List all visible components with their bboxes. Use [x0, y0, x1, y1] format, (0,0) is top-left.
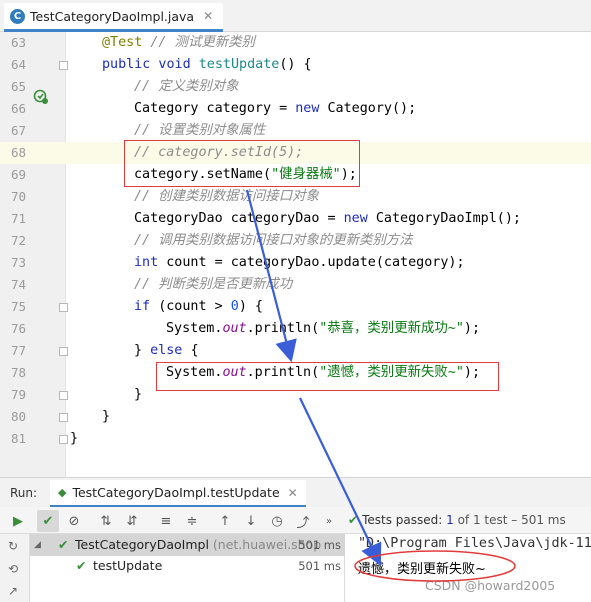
annotation-overlay — [245, 189, 516, 582]
annotation-arrow-1 — [245, 189, 297, 363]
output-highlight-ellipse — [354, 550, 516, 582]
annotation-arrow-2 — [299, 397, 382, 566]
